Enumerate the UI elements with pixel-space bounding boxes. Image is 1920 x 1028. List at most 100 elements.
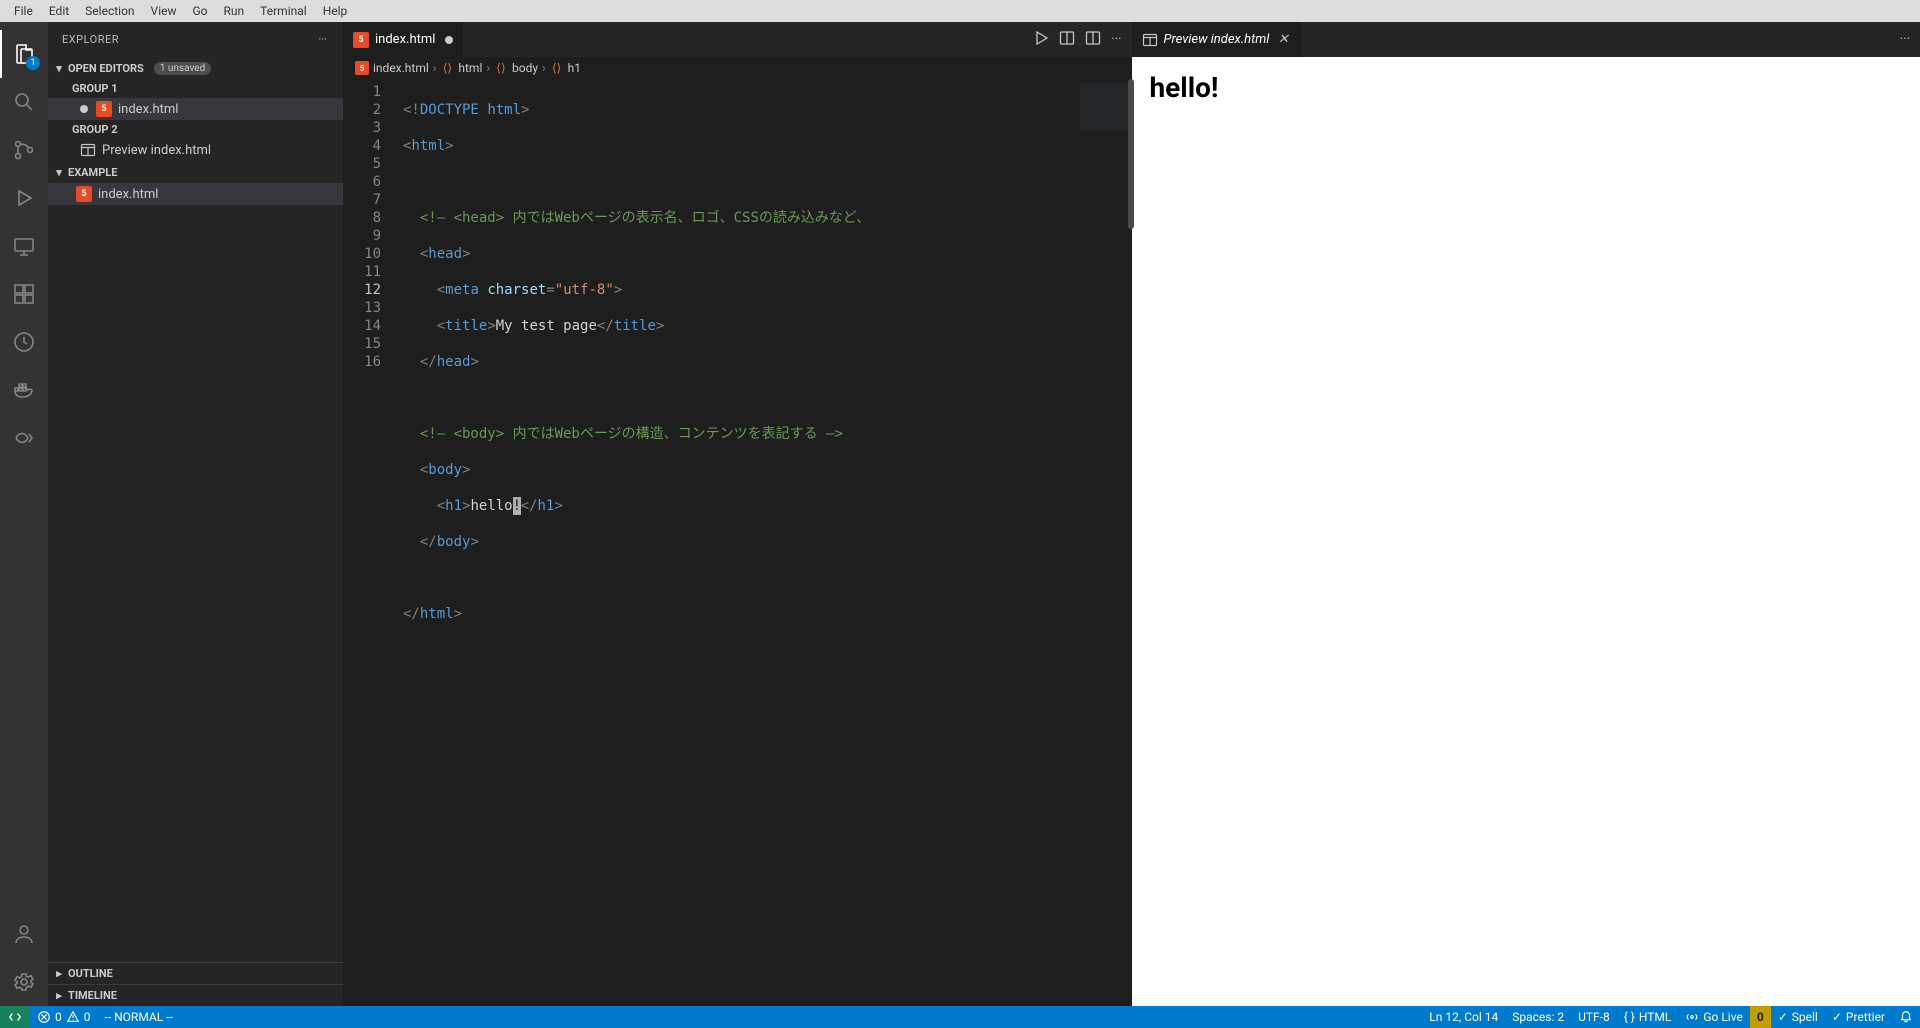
activity-extensions-icon[interactable] — [0, 270, 48, 318]
activity-live-share-icon[interactable] — [0, 414, 48, 462]
chevron-right-icon: › — [542, 61, 546, 75]
sidebar-more-icon[interactable]: ··· — [316, 31, 329, 48]
language-mode[interactable]: { } HTML — [1617, 1006, 1679, 1028]
activity-docker-icon[interactable] — [0, 366, 48, 414]
html-file-icon: 5 — [355, 61, 369, 75]
braces-icon: { } — [1624, 1010, 1635, 1024]
modified-dot-icon — [80, 105, 88, 113]
activitybar: 1 — [0, 22, 48, 1006]
open-editor-item-label: index.html — [118, 102, 178, 117]
group-1-label: GROUP 1 — [48, 79, 343, 98]
cursor: ! — [513, 497, 521, 515]
menu-edit[interactable]: Edit — [41, 2, 77, 20]
menu-run[interactable]: Run — [216, 2, 253, 20]
tag-icon: ⟨⟩ — [494, 61, 508, 75]
timeline-label: TIMELINE — [68, 989, 117, 1002]
workspace-header[interactable]: ▾ EXAMPLE — [48, 161, 343, 183]
tab-preview[interactable]: Preview index.html ✕ — [1132, 22, 1303, 57]
workspace-label: EXAMPLE — [68, 166, 117, 179]
timeline-header[interactable]: ▸ TIMELINE — [48, 984, 343, 1006]
group-2-label: GROUP 2 — [48, 120, 343, 139]
tag-icon: ⟨⟩ — [440, 61, 454, 75]
menu-selection[interactable]: Selection — [77, 2, 142, 20]
activity-remote-explorer-icon[interactable] — [0, 222, 48, 270]
menu-go[interactable]: Go — [185, 2, 216, 20]
minimap[interactable] — [1076, 79, 1132, 1006]
activity-account-icon[interactable] — [0, 910, 48, 958]
open-editor-item-index-html[interactable]: 5 index.html — [48, 98, 343, 120]
workspace-file-index-html[interactable]: 5 index.html — [48, 183, 343, 205]
go-live[interactable]: Go Live — [1678, 1006, 1749, 1028]
activity-explorer-icon[interactable]: 1 — [0, 30, 48, 78]
chevron-right-icon: › — [486, 61, 490, 75]
statusbar: 0 0 -- NORMAL -- Ln 12, Col 14 Spaces: 2… — [0, 1006, 1920, 1028]
breadcrumb-html[interactable]: ⟨⟩ html — [440, 61, 482, 75]
html-file-icon: 5 — [76, 186, 92, 202]
menu-file[interactable]: File — [6, 2, 41, 20]
html-file-icon: 5 — [353, 32, 369, 48]
split-editor-icon[interactable] — [1085, 30, 1101, 50]
breadcrumb-body[interactable]: ⟨⟩ body — [494, 61, 538, 75]
cursor-position[interactable]: Ln 12, Col 14 — [1422, 1006, 1505, 1028]
editor-group: 5 index.html ··· — [343, 22, 1920, 1006]
tab-index-html[interactable]: 5 index.html — [343, 22, 464, 57]
sidebar-header: EXPLORER ··· — [48, 22, 343, 57]
check-icon: ✓ — [1832, 1010, 1842, 1024]
editor-pane-code: 5 index.html ··· — [343, 22, 1132, 1006]
outline-header[interactable]: ▸ OUTLINE — [48, 962, 343, 984]
breadcrumb-h1[interactable]: ⟨⟩ h1 — [550, 61, 581, 75]
unsaved-badge: 1 unsaved — [154, 62, 211, 75]
activity-source-control-icon[interactable] — [0, 126, 48, 174]
chevron-down-icon: ▾ — [52, 62, 66, 75]
open-editor-item-label: Preview index.html — [102, 143, 211, 158]
activity-live-server-icon[interactable] — [0, 318, 48, 366]
preview-file-icon — [80, 142, 96, 158]
tabs-bar-2: Preview index.html ✕ ··· — [1132, 22, 1920, 57]
ports-badge[interactable]: 0 — [1750, 1006, 1771, 1028]
notifications-icon[interactable] — [1892, 1006, 1920, 1028]
more-actions-icon[interactable]: ··· — [1111, 32, 1121, 47]
tab-close-icon[interactable]: ✕ — [1275, 32, 1291, 48]
menu-help[interactable]: Help — [315, 2, 356, 20]
sidebar: EXPLORER ··· ▾ OPEN EDITORS 1 unsaved GR… — [48, 22, 343, 1006]
outline-label: OUTLINE — [68, 967, 113, 980]
warnings-count: 0 — [84, 1010, 91, 1024]
activity-search-icon[interactable] — [0, 78, 48, 126]
indentation[interactable]: Spaces: 2 — [1505, 1006, 1571, 1028]
problems-indicator[interactable]: 0 0 — [30, 1006, 98, 1028]
chevron-right-icon: › — [433, 61, 437, 75]
code-lines[interactable]: <!DOCTYPE html> <html> <!— <head> 内ではWeb… — [399, 79, 1076, 1006]
errors-count: 0 — [55, 1010, 62, 1024]
gutter: 1234 5678 91011 12 13141516 — [343, 79, 399, 1006]
open-preview-icon[interactable] — [1059, 30, 1075, 50]
more-actions-icon[interactable]: ··· — [1900, 32, 1910, 47]
open-editors-header[interactable]: ▾ OPEN EDITORS 1 unsaved — [48, 57, 343, 79]
chevron-right-icon: ▸ — [52, 967, 66, 980]
preview-content: hello! — [1132, 57, 1920, 1006]
tag-icon: ⟨⟩ — [550, 61, 564, 75]
scrollbar[interactable] — [1128, 79, 1134, 229]
encoding[interactable]: UTF-8 — [1571, 1006, 1617, 1028]
prettier[interactable]: ✓ Prettier — [1825, 1006, 1892, 1028]
run-icon[interactable] — [1033, 30, 1049, 50]
breadcrumbs: 5 index.html › ⟨⟩ html › ⟨⟩ body › ⟨⟩ h1 — [343, 57, 1132, 79]
explorer-badge: 1 — [26, 56, 40, 70]
spell-check[interactable]: ✓ Spell — [1771, 1006, 1825, 1028]
menubar: File Edit Selection View Go Run Terminal… — [0, 0, 1920, 22]
menu-view[interactable]: View — [143, 2, 185, 20]
activity-settings-icon[interactable] — [0, 958, 48, 1006]
activity-run-debug-icon[interactable] — [0, 174, 48, 222]
preview-file-icon — [1142, 32, 1158, 48]
remote-indicator[interactable] — [0, 1006, 30, 1028]
code-editor[interactable]: 1234 5678 91011 12 13141516 <!DOCTYPE ht… — [343, 79, 1132, 1006]
minimap-thumb — [1080, 83, 1128, 131]
tab-dirty-icon — [445, 36, 453, 44]
html-file-icon: 5 — [96, 101, 112, 117]
menu-terminal[interactable]: Terminal — [252, 2, 315, 20]
tab-label: index.html — [375, 32, 435, 47]
open-editor-item-preview[interactable]: Preview index.html — [48, 139, 343, 161]
editor-actions-2: ··· — [1890, 22, 1920, 57]
breadcrumb-file[interactable]: 5 index.html — [355, 61, 429, 75]
vim-mode: -- NORMAL -- — [98, 1006, 180, 1028]
sidebar-title: EXPLORER — [62, 33, 119, 46]
